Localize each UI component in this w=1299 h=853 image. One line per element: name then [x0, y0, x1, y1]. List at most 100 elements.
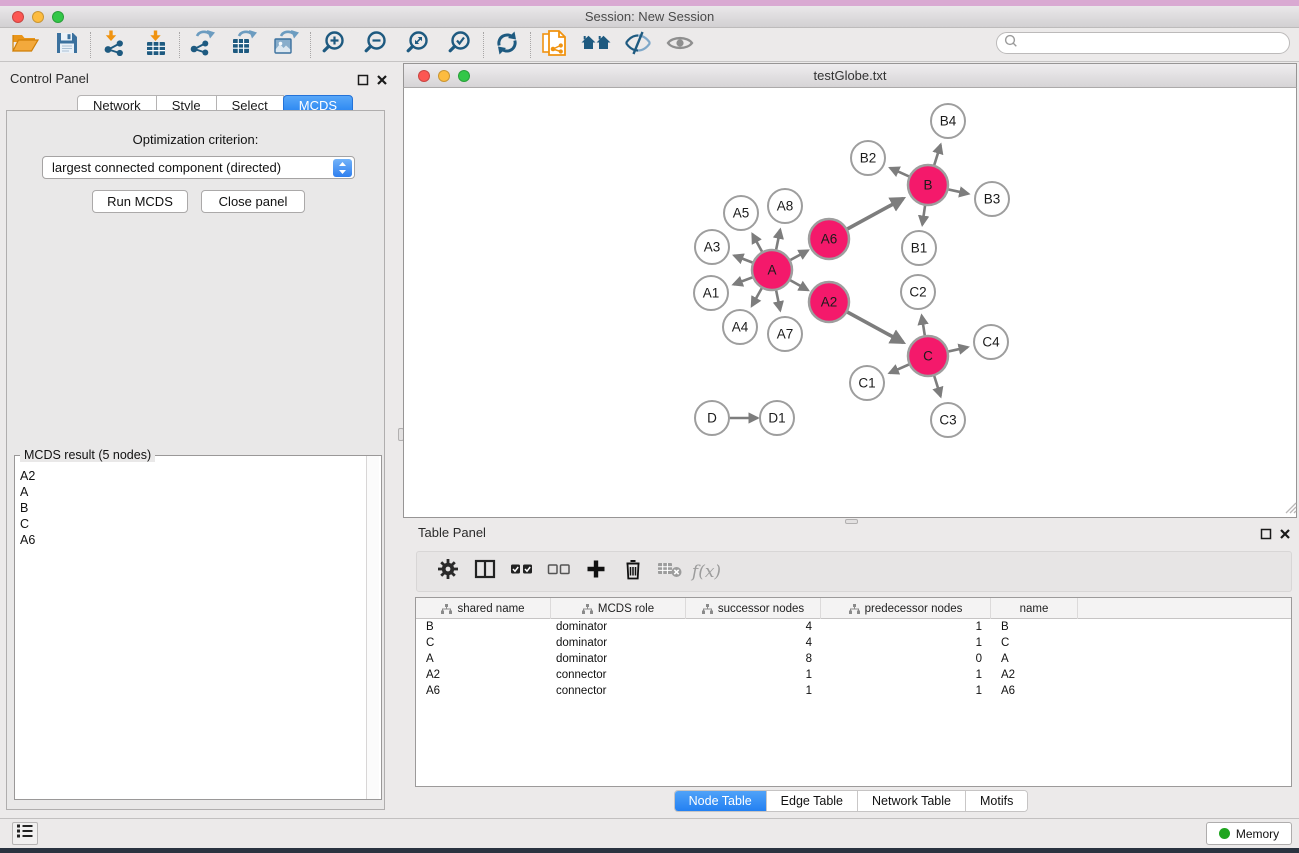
run-mcds-button[interactable]: Run MCDS — [92, 190, 188, 213]
table-panel-float-icon[interactable] — [1260, 527, 1272, 539]
table-panel-close-icon[interactable] — [1279, 527, 1291, 539]
minimize-window-button[interactable] — [32, 11, 44, 23]
node-label-B2: B2 — [860, 151, 877, 166]
export-image-button[interactable] — [266, 30, 308, 60]
node-table[interactable]: shared nameMCDS rolesuccessor nodesprede… — [415, 597, 1292, 787]
node-label-A6: A6 — [821, 232, 838, 247]
delete-column-button[interactable] — [614, 557, 651, 587]
home-button[interactable] — [575, 30, 617, 60]
table-row[interactable]: Bdominator41B — [416, 619, 1291, 635]
table-settings-button[interactable] — [429, 557, 466, 587]
table-cell[interactable]: 0 — [821, 651, 991, 667]
table-cell[interactable]: A6 — [991, 683, 1078, 699]
column-header-MCDS-role[interactable]: MCDS role — [551, 598, 686, 619]
table-cell[interactable]: dominator — [551, 635, 686, 651]
hide-graphics-details-icon — [624, 30, 652, 61]
horizontal-splitter-handle[interactable] — [845, 519, 858, 524]
task-history-button[interactable] — [12, 822, 38, 845]
window-resize-grip[interactable] — [1282, 499, 1297, 514]
table-cell[interactable]: B — [991, 619, 1078, 635]
search-input[interactable] — [1022, 36, 1272, 50]
mcds-result-item[interactable]: A — [20, 484, 350, 500]
tab-network-table[interactable]: Network Table — [858, 791, 966, 811]
open-file-button[interactable] — [4, 30, 46, 60]
node-label-A3: A3 — [704, 240, 721, 255]
tab-node-table[interactable]: Node Table — [675, 791, 767, 811]
table-row[interactable]: Adominator80A — [416, 651, 1291, 667]
deselect-all-button[interactable] — [540, 557, 577, 587]
show-graphics-details-button[interactable] — [659, 30, 701, 60]
tab-motifs[interactable]: Motifs — [966, 791, 1027, 811]
table-cell[interactable]: connector — [551, 683, 686, 699]
tab-edge-table[interactable]: Edge Table — [767, 791, 858, 811]
table-cell[interactable]: A6 — [416, 683, 551, 699]
table-row[interactable]: Cdominator41C — [416, 635, 1291, 651]
import-table-icon — [143, 30, 169, 61]
network-minimize-button[interactable] — [438, 70, 450, 82]
close-window-button[interactable] — [12, 11, 24, 23]
node-label-A: A — [767, 263, 776, 278]
refresh-button[interactable] — [486, 30, 528, 60]
node-label-C1: C1 — [858, 376, 875, 391]
zoom-out-button[interactable] — [355, 30, 397, 60]
table-cell[interactable]: 4 — [686, 635, 821, 651]
zoom-in-button[interactable] — [313, 30, 355, 60]
hide-graphics-details-button[interactable] — [617, 30, 659, 60]
table-cell[interactable]: A — [991, 651, 1078, 667]
control-panel-close-icon[interactable] — [376, 73, 388, 85]
select-all-button[interactable] — [503, 557, 540, 587]
control-panel-float-icon[interactable] — [357, 73, 369, 85]
table-cell[interactable]: C — [416, 635, 551, 651]
table-cell[interactable]: 8 — [686, 651, 821, 667]
column-header-name[interactable]: name — [991, 598, 1078, 619]
table-cell[interactable]: connector — [551, 667, 686, 683]
table-row[interactable]: A2connector11A2 — [416, 667, 1291, 683]
table-cell[interactable]: dominator — [551, 619, 686, 635]
table-cell[interactable]: dominator — [551, 651, 686, 667]
table-cell[interactable]: 1 — [686, 683, 821, 699]
table-cell[interactable]: 1 — [686, 667, 821, 683]
table-row[interactable]: A6connector11A6 — [416, 683, 1291, 699]
export-network-button[interactable] — [182, 30, 224, 60]
table-cell[interactable]: A2 — [991, 667, 1078, 683]
show-graphics-details-icon — [666, 30, 694, 61]
zoom-selected-button[interactable] — [439, 30, 481, 60]
column-chooser-button[interactable] — [466, 557, 503, 587]
table-cell[interactable]: A2 — [416, 667, 551, 683]
zoom-window-button[interactable] — [52, 11, 64, 23]
window-titlebar: Session: New Session — [0, 6, 1299, 28]
table-cell[interactable]: A — [416, 651, 551, 667]
table-cell[interactable]: B — [416, 619, 551, 635]
open-network-file-button[interactable] — [533, 30, 575, 60]
criterion-dropdown[interactable]: largest connected component (directed) — [42, 156, 355, 179]
search-field[interactable] — [996, 32, 1290, 54]
mcds-result-scrollbar[interactable] — [366, 456, 379, 799]
table-cell[interactable]: 1 — [821, 619, 991, 635]
export-table-button[interactable] — [224, 30, 266, 60]
column-header-shared-name[interactable]: shared name — [416, 598, 551, 619]
close-panel-button[interactable]: Close panel — [201, 190, 305, 213]
table-cell[interactable]: 1 — [821, 683, 991, 699]
mcds-result-item[interactable]: A6 — [20, 532, 350, 548]
network-close-button[interactable] — [418, 70, 430, 82]
toolbar-group-divider — [179, 32, 180, 58]
table-cell[interactable]: 1 — [821, 667, 991, 683]
save-session-button[interactable] — [46, 30, 88, 60]
import-network-button[interactable] — [93, 30, 135, 60]
search-icon — [1004, 34, 1018, 53]
mcds-result-item[interactable]: C — [20, 516, 350, 532]
import-table-button[interactable] — [135, 30, 177, 60]
network-zoom-button[interactable] — [458, 70, 470, 82]
table-cell[interactable]: 4 — [686, 619, 821, 635]
column-header-successor-nodes[interactable]: successor nodes — [686, 598, 821, 619]
network-graph-canvas[interactable]: B4B2BB3A5A8A6A3B1AA1C2A2A4A7C4CC1DD1C3 — [404, 89, 1296, 517]
column-header-predecessor-nodes[interactable]: predecessor nodes — [821, 598, 991, 619]
zoom-fit-button[interactable] — [397, 30, 439, 60]
memory-button[interactable]: Memory — [1206, 822, 1292, 845]
network-window-titlebar[interactable]: testGlobe.txt — [403, 63, 1297, 88]
add-column-button[interactable] — [577, 557, 614, 587]
table-cell[interactable]: C — [991, 635, 1078, 651]
table-cell[interactable]: 1 — [821, 635, 991, 651]
mcds-result-item[interactable]: B — [20, 500, 350, 516]
mcds-result-item[interactable]: A2 — [20, 468, 350, 484]
